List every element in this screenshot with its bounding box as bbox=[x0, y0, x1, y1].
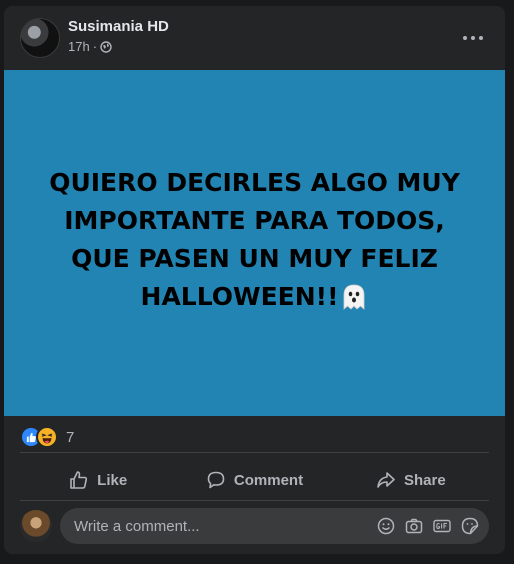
post-time[interactable]: 17h bbox=[68, 39, 90, 54]
post-image[interactable]: QUIERO DECIRLES ALGO MUY IMPORTANTE PARA… bbox=[4, 70, 505, 416]
user-avatar[interactable] bbox=[20, 510, 52, 542]
comment-input[interactable] bbox=[72, 516, 367, 536]
post-header: Susimania HD 17h · bbox=[4, 6, 505, 70]
smiley-icon[interactable] bbox=[377, 517, 395, 535]
like-button[interactable]: Like bbox=[20, 460, 176, 500]
post-actions: Like Comment Share bbox=[20, 460, 489, 500]
comment-label: Comment bbox=[233, 471, 304, 489]
more-dot-icon bbox=[479, 36, 483, 40]
post-meta: 17h · bbox=[68, 39, 112, 54]
reaction-count: 7 bbox=[66, 428, 75, 446]
share-label: Share bbox=[403, 471, 446, 489]
author-name[interactable]: Susimania HD bbox=[68, 18, 169, 35]
like-label: Like bbox=[97, 471, 128, 489]
camera-icon[interactable] bbox=[405, 517, 423, 535]
divider bbox=[20, 500, 489, 501]
comment-composer bbox=[20, 508, 489, 544]
author-avatar[interactable] bbox=[20, 18, 60, 58]
more-dot-icon bbox=[463, 36, 467, 40]
more-options-button[interactable] bbox=[457, 26, 489, 50]
haha-icon bbox=[36, 426, 58, 448]
thumbs-up-icon bbox=[70, 471, 88, 489]
gif-icon[interactable] bbox=[433, 517, 451, 535]
comment-bubble-icon bbox=[207, 471, 225, 489]
reactions-summary[interactable]: 7 bbox=[20, 426, 74, 448]
more-dot-icon bbox=[471, 36, 475, 40]
globe-icon[interactable] bbox=[100, 40, 112, 53]
post-image-message: QUIERO DECIRLES ALGO MUY IMPORTANTE PARA… bbox=[49, 168, 460, 311]
comment-box[interactable] bbox=[60, 508, 489, 544]
post-card: Susimania HD 17h · QUIERO DECIRLES ALGO … bbox=[4, 6, 505, 554]
sticker-icon[interactable] bbox=[461, 517, 479, 535]
meta-separator: · bbox=[92, 39, 98, 54]
post-image-text: QUIERO DECIRLES ALGO MUY IMPORTANTE PARA… bbox=[35, 164, 475, 322]
share-arrow-icon bbox=[377, 472, 395, 488]
share-button[interactable]: Share bbox=[333, 460, 489, 500]
divider bbox=[20, 452, 489, 453]
comment-button[interactable]: Comment bbox=[176, 460, 332, 500]
ghost-icon bbox=[340, 283, 368, 322]
